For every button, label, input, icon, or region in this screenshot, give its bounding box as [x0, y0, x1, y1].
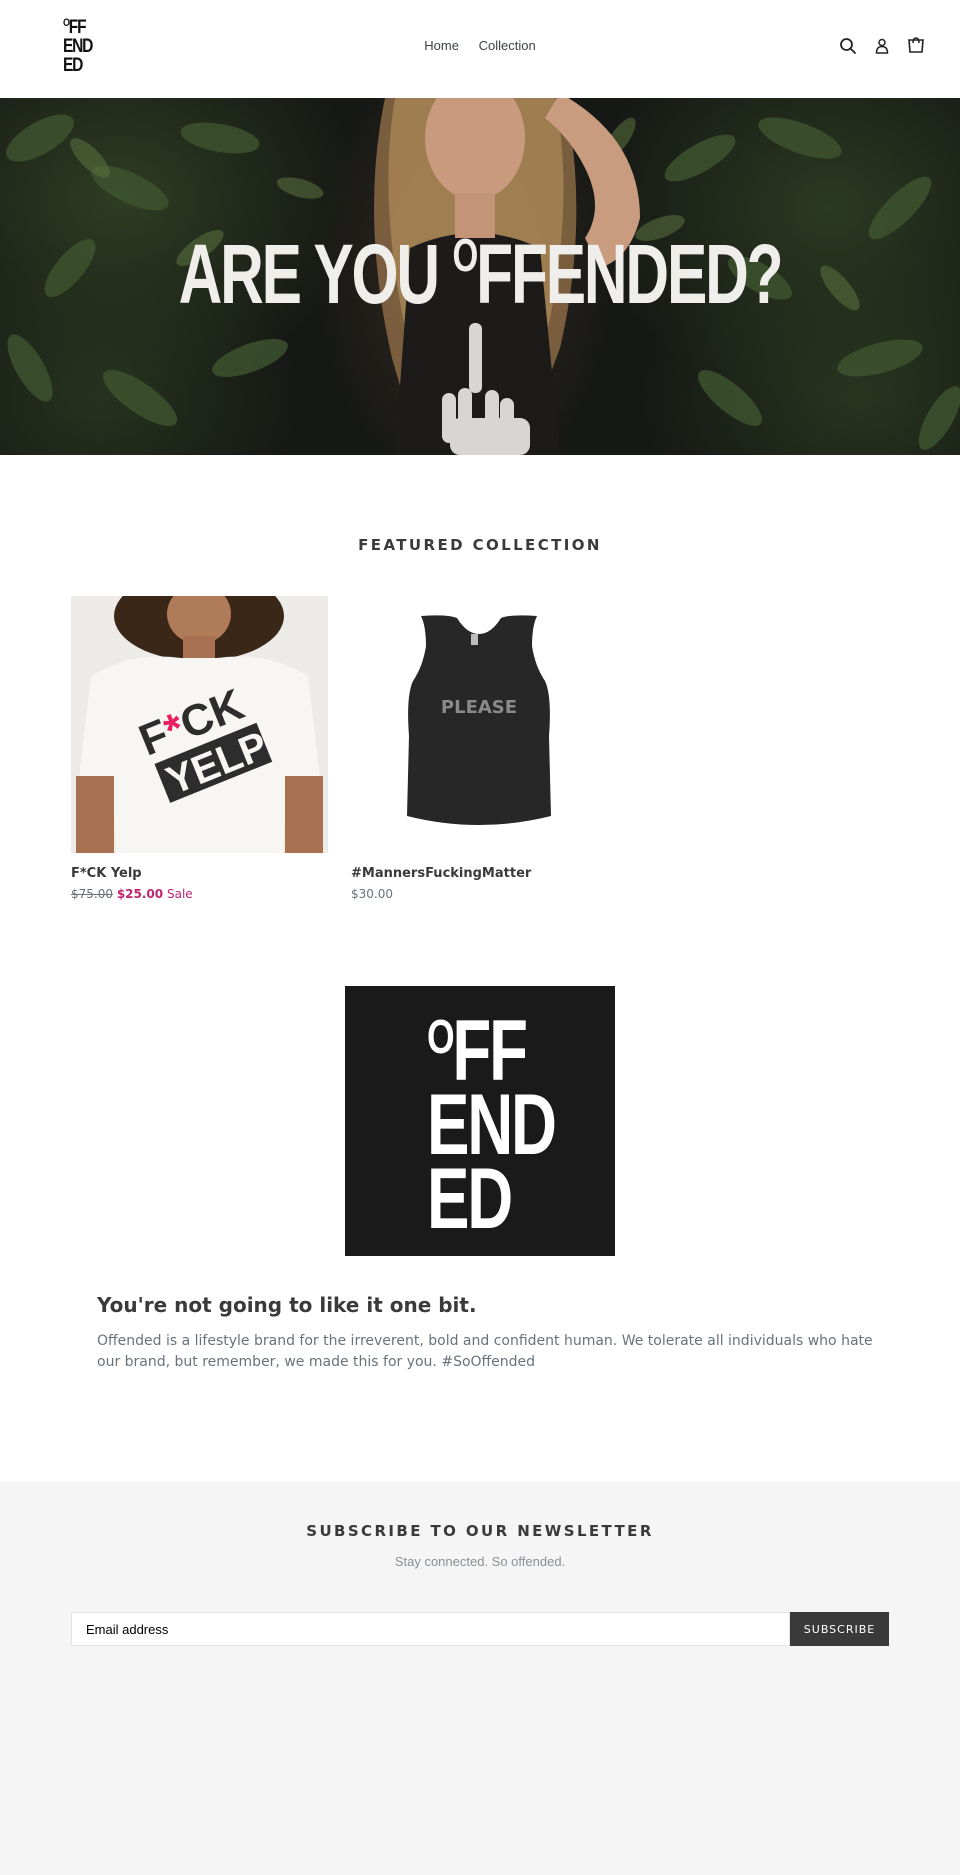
- site-header: OFF END ED Home Collection: [0, 0, 960, 98]
- sale-label: Sale: [166, 887, 193, 901]
- main-nav: Home Collection: [0, 38, 960, 53]
- email-input[interactable]: [71, 1612, 790, 1646]
- featured-heading: FEATURED COLLECTION: [358, 536, 602, 554]
- product-image-tank: PLEASE: [351, 596, 608, 853]
- product-title[interactable]: #MannersFuckingMatter: [351, 866, 608, 881]
- product-price: $75.00 $25.00 Sale: [71, 887, 328, 901]
- cart-icon[interactable]: [906, 36, 926, 56]
- search-icon[interactable]: [838, 36, 858, 56]
- subscribe-button[interactable]: SUBSCRIBE: [790, 1612, 889, 1646]
- header-icons: [838, 36, 926, 56]
- product-title[interactable]: F*CK Yelp: [71, 866, 328, 881]
- product-card[interactable]: F*CK YELP F*CK Yelp $75.00 $25.00 Sale: [71, 596, 328, 901]
- brand-title: You're not going to like it one bit.: [97, 1293, 477, 1317]
- brand-logo-image: OFF END ED: [345, 986, 615, 1256]
- product-image[interactable]: F*CK YELP: [71, 596, 328, 853]
- hero-banner: ARE YOU OFFENDED?: [0, 98, 960, 455]
- brand-description: Offended is a lifestyle brand for the ir…: [97, 1333, 873, 1370]
- nav-collection-link[interactable]: Collection: [479, 38, 536, 53]
- compare-price: $75.00: [71, 887, 113, 901]
- sale-price: $25.00: [116, 887, 164, 901]
- brand-logo-line-3: ED: [427, 1151, 513, 1247]
- logo-line-1: FF: [68, 17, 87, 38]
- print-text: PLEASE: [441, 697, 517, 718]
- newsletter-subtext: Stay connected. So offended.: [394, 1554, 566, 1569]
- logo-line-3: ED: [63, 55, 83, 76]
- product-price: $30.00: [351, 887, 393, 901]
- brand-logo-text: OFF END ED: [427, 1008, 557, 1247]
- newsletter-heading: SUBSCRIBE TO OUR NEWSLETTER: [306, 1522, 654, 1540]
- brand-logo-super: O: [427, 1011, 455, 1064]
- hero-title-part1: ARE YOU: [178, 227, 453, 321]
- newsletter-section: SUBSCRIBE TO OUR NEWSLETTER Stay connect…: [0, 1482, 960, 1875]
- hero-title: ARE YOU OFFENDED?: [134, 232, 825, 316]
- product-card[interactable]: PLEASE #MannersFuckingMatter $30.00: [351, 596, 608, 901]
- product-image[interactable]: PLEASE: [351, 596, 608, 853]
- hero-title-part2: FFENDED?: [476, 227, 783, 321]
- hero-title-super: O: [452, 229, 479, 281]
- product-image-fck-yelp: F*CK YELP: [71, 596, 328, 853]
- nav-home-link[interactable]: Home: [424, 38, 459, 53]
- account-icon[interactable]: [872, 36, 892, 56]
